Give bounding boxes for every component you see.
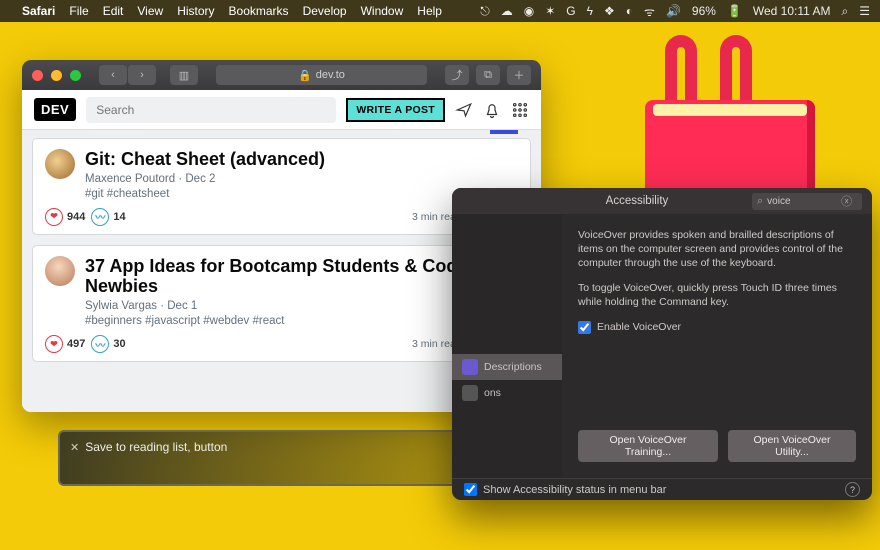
connect-icon[interactable] [455, 101, 473, 119]
status-icon[interactable]: G [566, 4, 575, 18]
help-icon[interactable]: ? [845, 482, 860, 497]
prefs-titlebar: Accessibility ⌕ ⓧ [452, 188, 872, 214]
share-button[interactable]: ⤴ [445, 65, 469, 85]
dev-logo[interactable]: DEV [34, 98, 76, 121]
macos-menubar: Safari File Edit View History Bookmarks … [0, 0, 880, 22]
address-text: dev.to [316, 69, 345, 81]
prefs-search[interactable]: ⌕ ⓧ [752, 193, 862, 210]
heart-icon[interactable]: ❤ [45, 335, 63, 353]
lock-icon: 🔒 [298, 69, 312, 82]
menu-history[interactable]: History [177, 4, 214, 18]
forward-button[interactable]: › [128, 65, 156, 85]
show-status-checkbox[interactable] [464, 483, 477, 496]
avatar[interactable] [45, 256, 75, 286]
descriptions-icon [462, 359, 478, 375]
battery-percent[interactable]: 96% [692, 4, 716, 18]
open-utility-button[interactable]: Open VoiceOver Utility... [728, 430, 856, 462]
post-title[interactable]: Git: Cheat Sheet (advanced) [85, 149, 518, 170]
menu-file[interactable]: File [69, 4, 88, 18]
notifications-icon[interactable] [483, 101, 501, 119]
voiceover-toggle-hint: To toggle VoiceOver, quickly press Touch… [578, 281, 856, 309]
window-zoom-button[interactable] [70, 70, 81, 81]
new-tab-button[interactable]: ＋ [507, 65, 531, 85]
write-post-button[interactable]: WRITE A POST [346, 98, 445, 122]
post-meta: Maxence Poutord · Dec 2 [85, 173, 518, 185]
captions-icon [462, 385, 478, 401]
prefs-title: Accessibility [522, 195, 752, 207]
avatar[interactable] [45, 149, 75, 179]
back-button[interactable]: ‹ [99, 65, 127, 85]
menubar-app-name[interactable]: Safari [22, 4, 55, 18]
show-status-label: Show Accessibility status in menu bar [483, 484, 666, 496]
enable-voiceover-input[interactable] [578, 321, 591, 334]
dev-site-header: DEV WRITE A POST [22, 90, 541, 130]
sidebar-item-descriptions[interactable]: Descriptions [452, 354, 562, 380]
accessibility-prefs-window: Accessibility ⌕ ⓧ Descriptions ons Voice… [452, 188, 872, 500]
status-icon[interactable]: ◉ [524, 4, 534, 18]
clock[interactable]: Wed 10:11 AM [753, 4, 831, 18]
comment-icon[interactable]: 〰 [91, 335, 109, 353]
search-icon: ⌕ [757, 195, 763, 208]
prefs-footer: Show Accessibility status in menu bar ? [452, 478, 872, 500]
comment-count: 30 [113, 338, 125, 350]
menu-develop[interactable]: Develop [303, 4, 347, 18]
close-icon[interactable]: ✕ [70, 441, 79, 454]
heart-icon[interactable]: ❤ [45, 208, 63, 226]
prefs-search-input[interactable] [767, 196, 837, 207]
open-training-button[interactable]: Open VoiceOver Training... [578, 430, 718, 462]
prefs-content: VoiceOver provides spoken and brailled d… [562, 214, 872, 478]
status-icon[interactable]: ϟ [587, 4, 593, 18]
sidebar-item-captions[interactable]: ons [452, 380, 562, 406]
voiceover-caption-text: Save to reading list, button [85, 440, 227, 454]
accessibility-status-icon[interactable]: ◐ [626, 4, 633, 18]
comment-icon[interactable]: 〰 [91, 208, 109, 226]
status-icon[interactable]: ☁ [501, 4, 513, 18]
reaction-count: 944 [67, 211, 85, 223]
menu-grid-icon[interactable] [511, 101, 529, 119]
enable-voiceover-checkbox[interactable]: Enable VoiceOver [578, 321, 856, 334]
menu-view[interactable]: View [137, 4, 163, 18]
menu-help[interactable]: Help [417, 4, 442, 18]
menu-edit[interactable]: Edit [103, 4, 124, 18]
prefs-sidebar: Descriptions ons [452, 214, 562, 478]
address-bar[interactable]: 🔒 dev.to [216, 65, 427, 85]
siri-icon[interactable]: ☰ [859, 4, 870, 18]
voiceover-caption-panel: ✕ Save to reading list, button [58, 430, 476, 486]
voiceover-description: VoiceOver provides spoken and brailled d… [578, 228, 856, 271]
comment-count: 14 [113, 211, 125, 223]
sidebar-button[interactable]: ▥ [170, 65, 198, 85]
window-minimize-button[interactable] [51, 70, 62, 81]
menu-window[interactable]: Window [361, 4, 404, 18]
status-icon[interactable]: ✶ [545, 4, 555, 18]
window-close-button[interactable] [32, 70, 43, 81]
safari-titlebar: ‹ › ▥ 🔒 dev.to ⤴ ⧉ ＋ [22, 60, 541, 90]
volume-icon[interactable]: 🔊 [666, 4, 681, 18]
reaction-count: 497 [67, 338, 85, 350]
spotlight-icon[interactable]: ⌕ [842, 4, 849, 19]
search-input[interactable] [86, 97, 336, 123]
status-icon[interactable]: ⎋ [480, 4, 490, 19]
clear-icon[interactable]: ⓧ [841, 193, 852, 209]
tabs-button[interactable]: ⧉ [476, 65, 500, 85]
menu-bookmarks[interactable]: Bookmarks [229, 4, 289, 18]
status-icon[interactable]: ❖ [604, 4, 615, 18]
wifi-icon[interactable]: ᯤ [644, 3, 655, 20]
battery-icon[interactable]: 🔋 [727, 4, 742, 18]
